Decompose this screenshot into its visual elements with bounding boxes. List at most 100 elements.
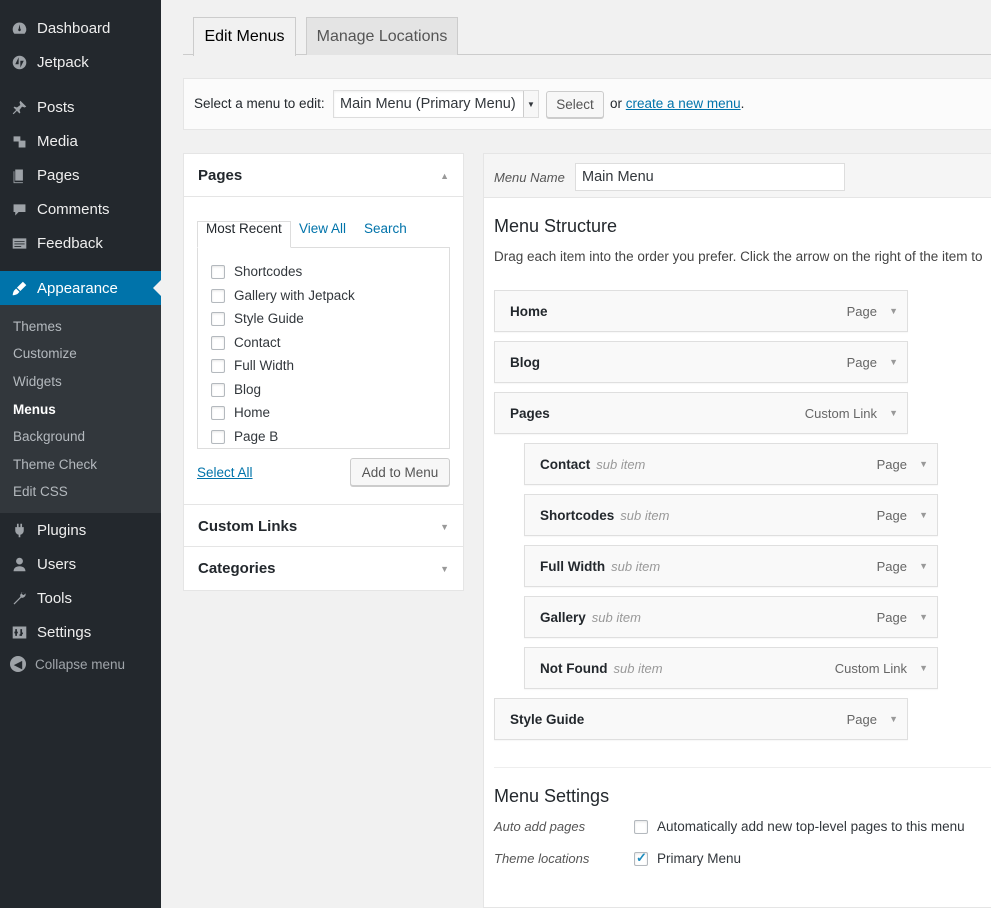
categories-title: Categories: [198, 560, 276, 577]
checkbox[interactable]: [211, 311, 225, 326]
sidebar-item-plugins[interactable]: Plugins: [0, 513, 161, 547]
primary-menu-checkbox-item[interactable]: Primary Menu: [634, 850, 741, 866]
menu-item[interactable]: Not Found sub item Custom Link ▼: [524, 647, 938, 689]
sidebar-item-pages[interactable]: Pages: [0, 158, 161, 192]
sidebar-item-label: Comments: [37, 200, 110, 218]
chevron-down-icon: ▼: [523, 91, 538, 117]
submenu-menus[interactable]: Menus: [13, 402, 56, 417]
menu-item-title: Contact sub item: [540, 457, 645, 472]
expand-arrow-icon[interactable]: ▼: [889, 408, 898, 418]
menu-item-type: Page: [876, 457, 907, 472]
menu-item[interactable]: Blog Page ▼: [494, 341, 908, 383]
menu-select-dropdown[interactable]: Main Menu (Primary Menu) ▼: [333, 90, 539, 118]
menu-item[interactable]: Home Page ▼: [494, 290, 908, 332]
menu-item-title: Style Guide: [510, 712, 584, 727]
create-new-menu-link[interactable]: create a new menu: [626, 96, 741, 111]
or-text: or create a new menu.: [610, 96, 745, 111]
sidebar-item-label: Users: [37, 555, 77, 573]
categories-section-header[interactable]: Categories ▼: [184, 547, 463, 590]
menu-name-input[interactable]: Main Menu: [575, 163, 845, 191]
page-checkbox-item[interactable]: Home: [211, 405, 270, 420]
sidebar-item-dashboard[interactable]: Dashboard: [0, 11, 161, 45]
page-checkbox-item[interactable]: Blog: [211, 382, 261, 397]
sidebar-item-media[interactable]: Media: [0, 124, 161, 158]
paintbrush-icon: [10, 279, 28, 297]
media-icon: [10, 132, 28, 150]
menu-name-label: Menu Name: [494, 170, 565, 185]
menu-item-type: Custom Link: [834, 661, 907, 676]
sidebar-item-label: Tools: [37, 589, 73, 607]
menu-item[interactable]: Full Width sub item Page ▼: [524, 545, 938, 587]
select-all-link[interactable]: Select All: [197, 465, 253, 480]
checkbox[interactable]: [211, 429, 225, 444]
sidebar-item-tools[interactable]: Tools: [0, 581, 161, 615]
menu-item[interactable]: Contact sub item Page ▼: [524, 443, 938, 485]
menu-item[interactable]: Style Guide Page ▼: [494, 698, 908, 740]
auto-add-label: Auto add pages: [494, 819, 586, 834]
dashboard-icon: [10, 19, 28, 37]
sidebar-item-posts[interactable]: Posts: [0, 90, 161, 124]
submenu-background[interactable]: Background: [13, 429, 85, 444]
checkbox[interactable]: [211, 358, 225, 373]
expand-arrow-icon[interactable]: ▼: [919, 510, 928, 520]
page-checkbox-item[interactable]: Gallery with Jetpack: [211, 288, 355, 303]
menu-item-type: Page: [876, 559, 907, 574]
sidebar-item-appearance[interactable]: Appearance: [0, 271, 161, 305]
sidebar-item-label: Feedback: [37, 234, 103, 252]
expand-arrow-icon[interactable]: ▼: [919, 663, 928, 673]
tab-manage-locations[interactable]: Manage Locations: [306, 17, 458, 55]
page-checkbox-item[interactable]: Contact: [211, 335, 281, 350]
menu-item[interactable]: Shortcodes sub item Page ▼: [524, 494, 938, 536]
expand-arrow-icon[interactable]: ▼: [919, 459, 928, 469]
page-checkbox-item[interactable]: Full Width: [211, 358, 294, 373]
auto-add-checkbox-item[interactable]: Automatically add new top-level pages to…: [634, 819, 965, 834]
submenu-widgets[interactable]: Widgets: [13, 374, 62, 389]
expand-arrow-icon[interactable]: ▼: [919, 561, 928, 571]
collapse-menu-button[interactable]: ◀ Collapse menu: [10, 656, 125, 672]
menu-item-title-text: Full Width: [540, 559, 606, 574]
primary-menu-checkbox[interactable]: [634, 850, 648, 866]
checkbox[interactable]: [211, 264, 225, 279]
sidebar-item-comments[interactable]: Comments: [0, 192, 161, 226]
add-menu-items-panel: Pages ▲ Most Recent View All Search Shor…: [183, 153, 464, 591]
pages-section-header[interactable]: Pages ▲: [184, 154, 463, 197]
tab-most-recent[interactable]: Most Recent: [206, 221, 282, 236]
expand-arrow-icon[interactable]: ▼: [889, 306, 898, 316]
checkbox[interactable]: [211, 405, 225, 420]
submenu-theme-check[interactable]: Theme Check: [13, 457, 97, 472]
wrench-icon: [10, 589, 28, 607]
sidebar-item-settings[interactable]: Settings: [0, 615, 161, 649]
pin-icon: [10, 98, 28, 116]
submenu-edit-css[interactable]: Edit CSS: [13, 484, 68, 499]
menu-item[interactable]: Gallery sub item Page ▼: [524, 596, 938, 638]
tab-edit-menus[interactable]: Edit Menus: [193, 17, 296, 56]
checkbox[interactable]: [211, 382, 225, 397]
auto-add-checkbox[interactable]: [634, 819, 648, 834]
sub-item-label: sub item: [620, 508, 670, 523]
submenu-customize[interactable]: Customize: [13, 346, 77, 361]
tab-search[interactable]: Search: [364, 221, 407, 236]
page-checkbox-item[interactable]: Style Guide: [211, 311, 304, 326]
menu-item-title: Shortcodes sub item: [540, 508, 669, 523]
submenu-themes[interactable]: Themes: [13, 319, 62, 334]
expand-arrow-icon[interactable]: ▼: [889, 714, 898, 724]
sidebar-item-feedback[interactable]: Feedback: [0, 226, 161, 260]
page-checkbox-item[interactable]: Page B: [211, 429, 278, 444]
page-label: Gallery with Jetpack: [234, 288, 355, 303]
custom-links-section-header[interactable]: Custom Links ▼: [184, 504, 463, 547]
add-to-menu-button[interactable]: Add to Menu: [350, 458, 450, 486]
admin-sidebar: Dashboard Jetpack Posts Media Pages Comm…: [0, 0, 161, 908]
sidebar-item-users[interactable]: Users: [0, 547, 161, 581]
checkbox[interactable]: [211, 288, 225, 303]
expand-arrow-icon[interactable]: ▼: [919, 612, 928, 622]
menu-item-title: Gallery sub item: [540, 610, 641, 625]
checkbox[interactable]: [211, 335, 225, 350]
select-button[interactable]: Select: [546, 91, 604, 118]
page-checkbox-item[interactable]: Shortcodes: [211, 264, 302, 279]
menu-item[interactable]: Pages Custom Link ▼: [494, 392, 908, 434]
pages-section-title: Pages: [198, 167, 243, 184]
tab-view-all[interactable]: View All: [299, 221, 346, 236]
expand-arrow-icon[interactable]: ▼: [889, 357, 898, 367]
sidebar-item-jetpack[interactable]: Jetpack: [0, 45, 161, 79]
sidebar-item-label: Settings: [37, 623, 92, 641]
